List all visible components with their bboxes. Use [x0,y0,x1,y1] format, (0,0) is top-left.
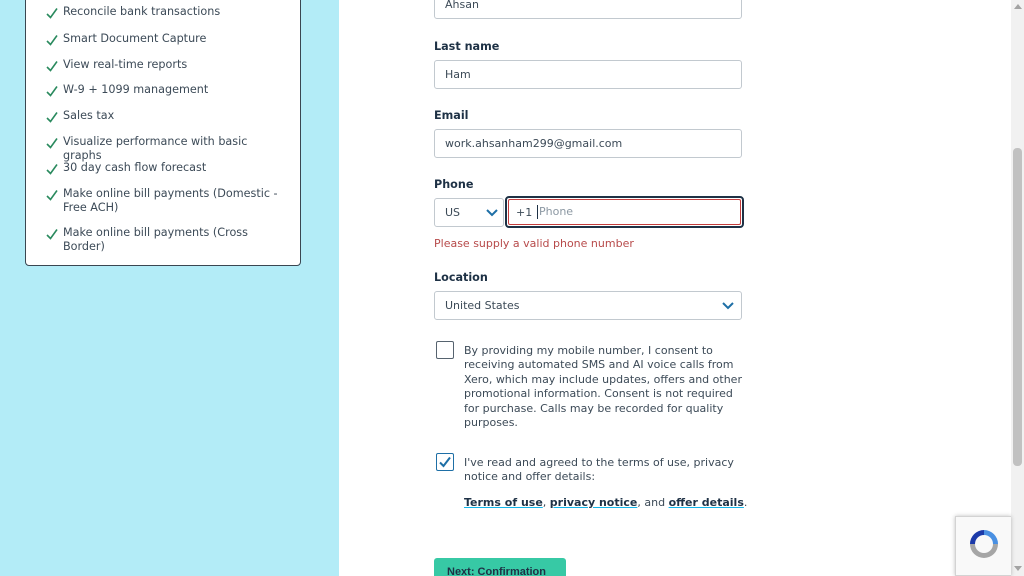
phone-placeholder: Phone [539,205,574,218]
checkmark-icon [439,456,451,468]
last-name-label: Last name [434,40,500,53]
phone-input[interactable]: +1 Phone [505,196,744,228]
location-label: Location [434,271,488,284]
feature-label: Make online bill payments (Cross Border) [63,226,248,253]
check-icon [46,8,58,19]
check-icon [46,164,58,175]
last-name-field[interactable]: Ham [434,60,742,89]
email-field[interactable]: work.ahsanham299@gmail.com [434,129,742,158]
email-label: Email [434,109,469,122]
next-button-label: Next: Confirmation [447,566,546,576]
recaptcha-badge[interactable] [955,516,1011,576]
feature-label: Smart Document Capture [63,32,207,45]
phone-prefix: +1 [516,206,533,219]
terms-consent-checkbox[interactable] [436,453,454,471]
feature-list-card: Reconcile bank transactions Smart Docume… [25,0,301,266]
link-separator: , and [637,496,666,509]
location-select[interactable]: United States [434,291,742,320]
link-terminator: . [743,496,748,509]
country-code-value: US [445,206,461,219]
country-code-select[interactable]: US [434,198,504,227]
next-confirmation-button[interactable]: Next: Confirmation [434,558,566,576]
location-value: United States [445,299,520,312]
check-icon [46,190,58,201]
feature-label: 30 day cash flow forecast [63,161,207,174]
check-icon [46,138,58,149]
recaptcha-icon [970,530,998,558]
check-icon [46,35,58,46]
link-separator: , [542,496,547,509]
check-icon [46,61,58,72]
scroll-up-arrow-icon[interactable] [1014,4,1022,9]
first-name-field[interactable]: Ahsan [434,0,742,19]
signup-form: Ahsan Last name Ham Email work.ahsanham2… [339,0,1011,576]
terms-consent-text: I've read and agreed to the terms of use… [464,456,734,484]
feature-label: Sales tax [63,109,115,122]
check-icon [46,229,58,240]
phone-error-message: Please supply a valid phone number [434,237,634,250]
sms-consent-text: By providing my mobile number, I consent… [464,344,742,430]
feature-label: W-9 + 1099 management [63,83,209,96]
chevron-down-icon [486,209,498,217]
feature-label: View real-time reports [63,58,188,71]
feature-label: Make online bill payments (Domestic - Fr… [63,187,278,214]
feature-label: Reconcile bank transactions [63,5,221,18]
check-icon [46,112,58,123]
page-scrollbar[interactable] [1011,0,1024,576]
offer-details-link[interactable]: offer details [669,496,744,509]
terms-of-use-link[interactable]: Terms of use [464,496,543,509]
feature-label: Visualize performance with basic graphs [63,135,248,162]
phone-label: Phone [434,178,474,191]
scroll-down-arrow-icon[interactable] [1014,566,1022,571]
left-panel: Reconcile bank transactions Smart Docume… [0,0,339,576]
check-icon [46,86,58,97]
sms-consent-checkbox[interactable] [436,341,454,359]
chevron-down-icon [722,302,734,310]
legal-links: Terms of use, privacy notice, and offer … [464,496,747,509]
privacy-notice-link[interactable]: privacy notice [550,496,638,509]
scrollbar-thumb[interactable] [1013,148,1022,466]
text-cursor [537,205,538,219]
